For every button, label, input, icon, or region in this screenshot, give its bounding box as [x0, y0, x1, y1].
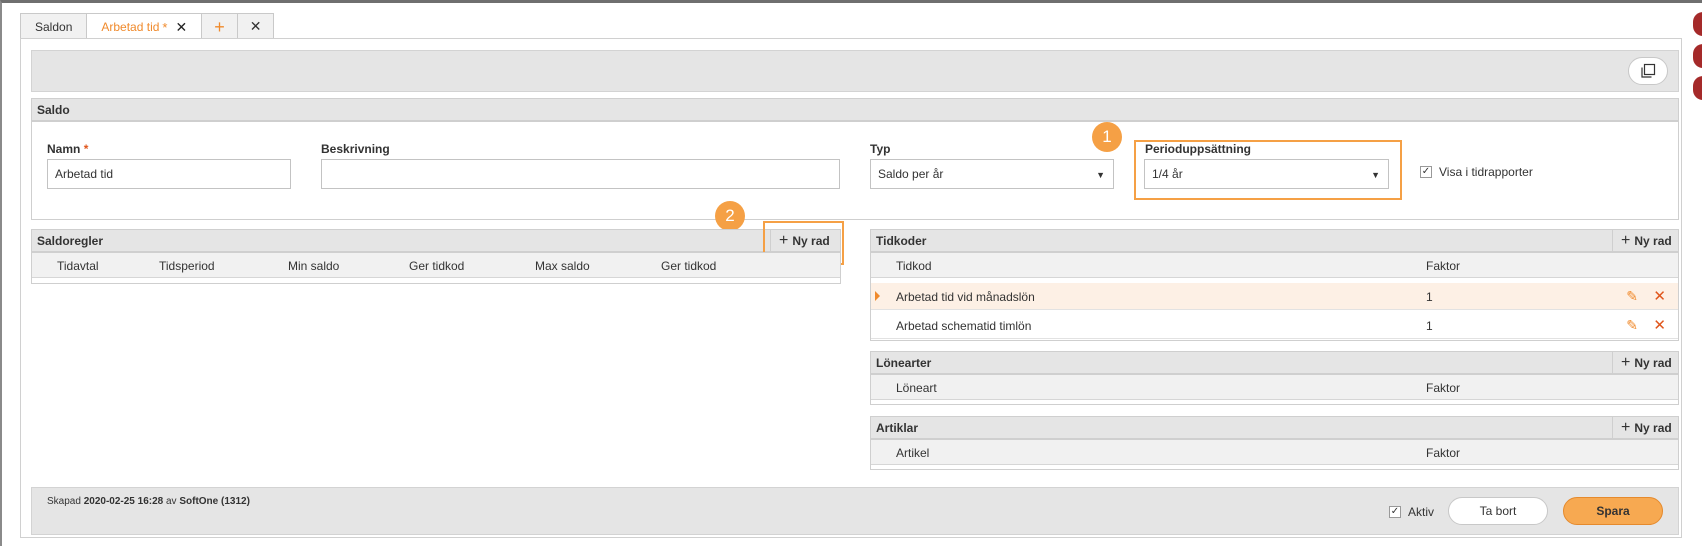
type-value: Saldo per år	[878, 167, 944, 181]
artiklar-header: Artiklar	[870, 416, 1679, 439]
caret-down-icon: ▼	[1371, 170, 1380, 180]
column-header[interactable]: Faktor	[1426, 259, 1460, 273]
artiklar-grid: Artikel Faktor	[870, 439, 1679, 470]
close-icon: ✕	[249, 18, 262, 34]
tab-saldon[interactable]: Saldon	[20, 13, 88, 39]
artiklar-new-row-button[interactable]: + Ny rad	[1612, 416, 1672, 439]
show-in-reports-label: Visa i tidrapporter	[1439, 165, 1533, 179]
section-title: Saldoregler	[37, 233, 104, 248]
saldoregler-grid: Tidavtal Tidsperiod Min saldo Ger tidkod…	[31, 252, 841, 284]
column-header[interactable]: Min saldo	[288, 259, 339, 273]
plus-icon: +	[1621, 418, 1631, 436]
caret-down-icon: ▼	[1096, 170, 1105, 180]
tidkoder-header: Tidkoder	[870, 229, 1679, 252]
copy-button[interactable]	[1628, 57, 1668, 85]
column-header[interactable]: Artikel	[896, 446, 929, 460]
notification-badge[interactable]	[1693, 12, 1702, 36]
grid-header: Löneart Faktor	[871, 375, 1678, 400]
notification-badge[interactable]	[1693, 76, 1702, 100]
modified-marker: *	[162, 19, 168, 35]
section-title: Saldo	[37, 102, 70, 117]
lonearter-grid: Löneart Faktor	[870, 374, 1679, 405]
callout-badge-2: 2	[715, 201, 745, 231]
period-value: 1/4 år	[1152, 167, 1183, 181]
section-title: Lönearter	[876, 355, 932, 370]
lonearter-new-row-button[interactable]: + Ny rad	[1612, 351, 1672, 374]
delete-button[interactable]: Ta bort	[1448, 497, 1548, 525]
delete-x-icon[interactable]: ✕	[1653, 287, 1666, 305]
footer-bar: Skapad 2020-02-25 16:28 av SoftOne (1312…	[31, 487, 1679, 535]
grid-header: Artikel Faktor	[871, 440, 1678, 465]
active-label: Aktiv	[1408, 505, 1435, 519]
add-tab-button[interactable]: +	[201, 13, 238, 39]
tab-label: Saldon	[35, 19, 73, 34]
callout-badge-1: 1	[1092, 122, 1122, 152]
section-title: Tidkoder	[876, 233, 927, 248]
lonearter-header: Lönearter	[870, 351, 1679, 374]
plus-icon: +	[1621, 231, 1631, 249]
tab-label: Arbetad tid	[101, 20, 160, 34]
column-header[interactable]: Tidkod	[896, 259, 932, 273]
column-header[interactable]: Ger tidkod	[661, 259, 716, 273]
cell-tidkod: Arbetad tid vid månadslön	[896, 290, 1035, 304]
delete-x-icon[interactable]: ✕	[1653, 316, 1666, 334]
cell-faktor: 1	[1426, 290, 1433, 304]
name-label: Namn *	[47, 142, 89, 156]
tidkoder-new-row-button[interactable]: + Ny rad	[1612, 229, 1672, 252]
tidkoder-grid: Tidkod Faktor Arbetad tid vid månadslön …	[870, 252, 1679, 341]
column-header[interactable]: Faktor	[1426, 381, 1460, 395]
new-row-label: Ny rad	[1634, 420, 1672, 435]
close-all-tabs-button[interactable]: ✕	[236, 13, 275, 39]
tab-bar: Saldon Arbetad tid * ✕ + ✕	[20, 13, 275, 40]
name-input[interactable]: Arbetad tid	[47, 159, 291, 189]
description-input[interactable]	[321, 159, 840, 189]
section-title: Artiklar	[876, 420, 919, 435]
copy-icon	[1641, 63, 1656, 78]
description-label: Beskrivning	[321, 142, 390, 156]
edit-pencil-icon[interactable]: ✎	[1626, 317, 1638, 334]
close-tab-icon[interactable]: ✕	[175, 19, 187, 36]
save-button[interactable]: Spara	[1563, 497, 1663, 525]
notification-badge[interactable]	[1693, 44, 1702, 68]
cell-faktor: 1	[1426, 319, 1433, 333]
column-header[interactable]: Faktor	[1426, 446, 1460, 460]
toolbar	[31, 50, 1679, 92]
period-label: Perioduppsättning	[1145, 142, 1251, 156]
period-select[interactable]: 1/4 år ▼	[1144, 159, 1389, 189]
tab-arbetad-tid[interactable]: Arbetad tid * ✕	[86, 13, 203, 40]
type-select[interactable]: Saldo per år ▼	[870, 159, 1114, 189]
plus-icon: +	[1621, 353, 1631, 371]
created-info: Skapad 2020-02-25 16:28 av SoftOne (1312…	[47, 496, 250, 507]
edit-pencil-icon[interactable]: ✎	[1626, 288, 1638, 305]
column-header[interactable]: Tidsperiod	[159, 259, 215, 273]
column-header[interactable]: Ger tidkod	[409, 259, 464, 273]
show-in-reports-checkbox[interactable]: ✓	[1420, 166, 1432, 178]
new-row-label: Ny rad	[1634, 233, 1672, 248]
saldo-section-header: Saldo	[31, 98, 1679, 121]
column-header[interactable]: Max saldo	[535, 259, 590, 273]
table-row[interactable]: Arbetad schematid timlön 1 ✎ ✕	[871, 312, 1678, 339]
saldoregler-header: Saldoregler	[31, 229, 841, 252]
new-row-label: Ny rad	[1634, 355, 1672, 370]
cell-tidkod: Arbetad schematid timlön	[896, 319, 1032, 333]
table-row[interactable]: Arbetad tid vid månadslön 1 ✎ ✕	[871, 283, 1678, 310]
column-header[interactable]: Löneart	[896, 381, 937, 395]
active-checkbox[interactable]: ✓	[1389, 506, 1401, 518]
name-value: Arbetad tid	[55, 167, 114, 181]
type-label: Typ	[870, 142, 891, 156]
plus-icon: +	[214, 16, 225, 37]
column-header[interactable]: Tidavtal	[57, 259, 99, 273]
grid-header: Tidavtal Tidsperiod Min saldo Ger tidkod…	[32, 253, 840, 278]
grid-header: Tidkod Faktor	[871, 253, 1678, 278]
row-selected-indicator-icon	[875, 291, 880, 301]
